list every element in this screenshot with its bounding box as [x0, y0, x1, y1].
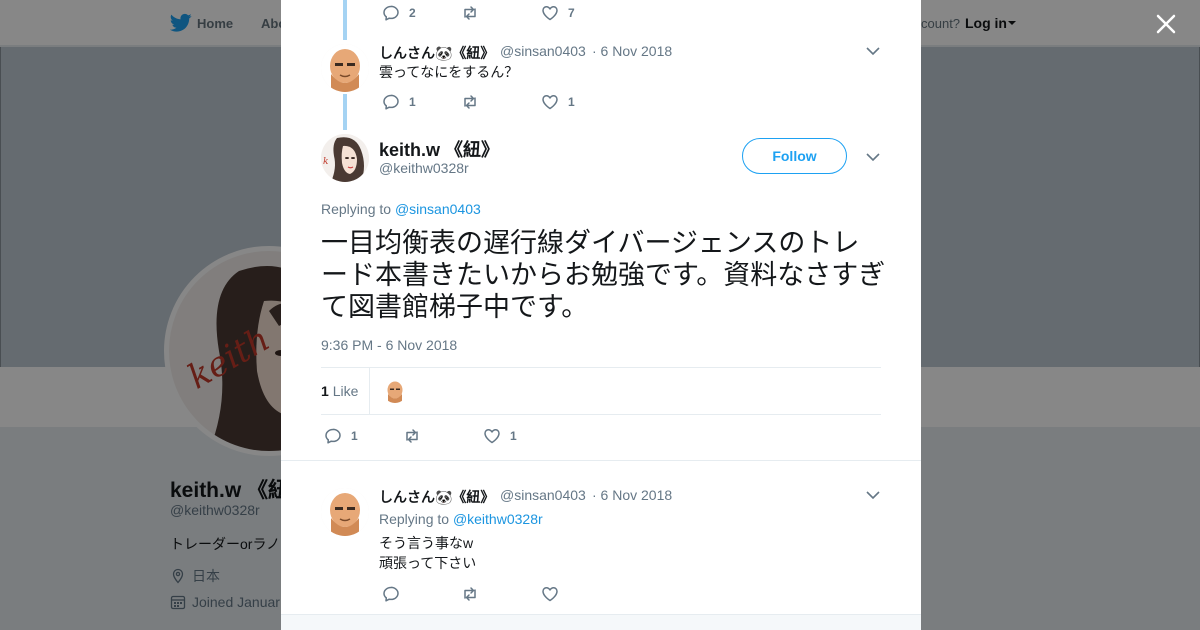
- like-heart-icon[interactable]: [541, 585, 559, 603]
- replying-to-link[interactable]: @keithw0328r: [453, 511, 543, 527]
- user-avatar[interactable]: k: [321, 134, 369, 182]
- tweet-date[interactable]: · 6 Nov 2018: [592, 487, 672, 503]
- likes-stat-count: 1: [321, 383, 329, 399]
- like-heart-icon[interactable]: [541, 93, 559, 111]
- replies-divider: [281, 460, 921, 470]
- modal-footer: [281, 614, 921, 630]
- woman-avatar-illustration: k: [321, 134, 369, 182]
- main-tweet-text: 一目均衡表の遅行線ダイバージェンスのトレード本書きたいからお勉強です。資料なさす…: [321, 228, 886, 322]
- thread-connector: [343, 0, 347, 40]
- close-icon[interactable]: [1154, 12, 1178, 36]
- like-count: 1: [510, 429, 517, 443]
- like-count: 7: [568, 6, 575, 20]
- reply-count: 1: [409, 95, 416, 109]
- user-avatar[interactable]: [321, 488, 369, 536]
- tweet-author-handle[interactable]: @sinsan0403: [500, 43, 586, 59]
- follow-button[interactable]: Follow: [742, 138, 847, 174]
- retweet-icon[interactable]: [461, 93, 479, 111]
- replying-to-label: Replying to: [321, 201, 392, 217]
- bald-man-avatar-illustration: [383, 379, 407, 403]
- retweet-icon[interactable]: [461, 4, 479, 22]
- tweet-text: 雲ってなにをするん？: [379, 64, 519, 80]
- chevron-down-icon[interactable]: [866, 46, 880, 56]
- reply-icon[interactable]: [382, 4, 400, 22]
- reply-count: 1: [351, 429, 358, 443]
- stats-divider: [369, 368, 370, 414]
- tweet-author-name[interactable]: しんさん🐼《紐》: [379, 43, 494, 63]
- tweet-text-line: 頑張って下さい: [379, 555, 477, 571]
- bald-man-avatar-illustration: [321, 488, 369, 536]
- like-heart-icon[interactable]: [541, 4, 559, 22]
- chevron-down-icon[interactable]: [866, 490, 880, 500]
- replying-to: Replying to @sinsan0403: [321, 201, 481, 217]
- tweet-author-name[interactable]: しんさん🐼《紐》: [379, 487, 494, 507]
- tweet-text-line: そう言う事なw: [379, 535, 474, 551]
- likes-stat-label: Like: [332, 383, 359, 399]
- tweet-stats: 1 Like: [321, 367, 881, 415]
- replying-to-label: Replying to: [379, 511, 450, 527]
- tweet-author-handle[interactable]: @sinsan0403: [500, 487, 586, 503]
- main-tweet-timestamp[interactable]: 9:36 PM - 6 Nov 2018: [321, 337, 457, 353]
- bald-man-avatar-illustration: [321, 44, 369, 92]
- main-tweet-author-name[interactable]: keith.w 《紐》: [379, 136, 499, 162]
- svg-text:k: k: [323, 157, 328, 167]
- retweet-icon[interactable]: [461, 585, 479, 603]
- likes-stat[interactable]: 1 Like: [321, 383, 358, 399]
- like-heart-icon[interactable]: [483, 427, 501, 445]
- user-avatar[interactable]: [321, 44, 369, 92]
- replying-to-link[interactable]: @sinsan0403: [395, 201, 481, 217]
- reply-icon[interactable]: [382, 585, 400, 603]
- main-tweet-author-handle[interactable]: @keithw0328r: [379, 160, 469, 176]
- tweet-thread-modal: 2 7 しんさん🐼《紐》 @sinsan0403 · 6 Nov 2018 雲っ…: [281, 0, 921, 630]
- retweet-icon[interactable]: [403, 427, 421, 445]
- reply-icon[interactable]: [324, 427, 342, 445]
- thread-connector: [343, 94, 347, 130]
- tweet-date[interactable]: · 6 Nov 2018: [592, 43, 672, 59]
- like-count: 1: [568, 95, 575, 109]
- liker-avatar[interactable]: [383, 379, 407, 403]
- reply-count: 2: [409, 6, 416, 20]
- reply-icon[interactable]: [382, 93, 400, 111]
- replying-to: Replying to @keithw0328r: [379, 511, 543, 527]
- chevron-down-icon[interactable]: [866, 152, 880, 162]
